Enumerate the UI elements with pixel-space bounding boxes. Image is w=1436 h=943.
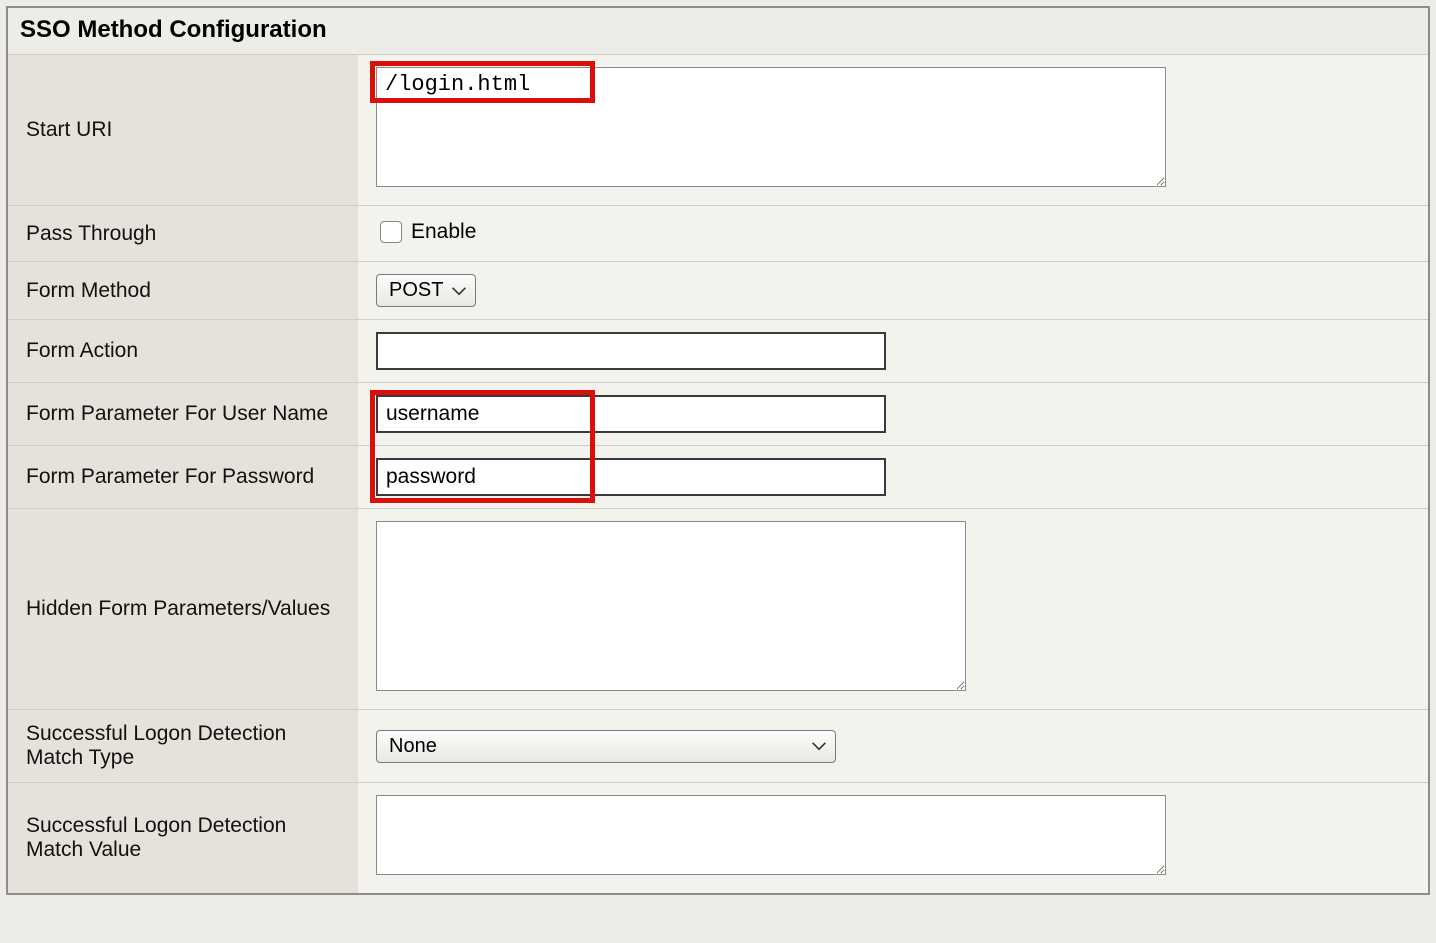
- start-uri-label: Start URI: [8, 55, 358, 206]
- form-action-input[interactable]: [376, 332, 886, 370]
- chevron-down-icon: [451, 285, 467, 297]
- pass-through-label: Pass Through: [8, 206, 358, 262]
- form-param-pass-input[interactable]: [376, 458, 886, 496]
- config-table: Start URI Pass Through Enable Form Metho…: [8, 54, 1428, 893]
- form-method-value: POST: [389, 279, 443, 302]
- sso-method-config-panel: SSO Method Configuration Start URI Pass …: [6, 6, 1430, 895]
- match-value-textarea[interactable]: [376, 795, 1166, 875]
- chevron-down-icon: [811, 740, 827, 752]
- form-method-label: Form Method: [8, 262, 358, 320]
- pass-through-checkbox[interactable]: [380, 221, 402, 243]
- form-param-user-label: Form Parameter For User Name: [8, 383, 358, 446]
- match-type-select[interactable]: None: [376, 730, 836, 763]
- pass-through-checkbox-label: Enable: [411, 220, 476, 244]
- form-method-select[interactable]: POST: [376, 274, 476, 307]
- start-uri-textarea[interactable]: [376, 67, 1166, 187]
- hidden-params-label: Hidden Form Parameters/Values: [8, 509, 358, 710]
- form-param-user-input[interactable]: [376, 395, 886, 433]
- form-param-pass-label: Form Parameter For Password: [8, 446, 358, 509]
- pass-through-checkbox-wrap[interactable]: Enable: [376, 218, 476, 246]
- match-type-label: Successful Logon Detection Match Type: [8, 710, 358, 783]
- form-action-label: Form Action: [8, 320, 358, 383]
- hidden-params-textarea[interactable]: [376, 521, 966, 691]
- match-value-label: Successful Logon Detection Match Value: [8, 783, 358, 894]
- panel-title: SSO Method Configuration: [8, 8, 1428, 54]
- match-type-value: None: [389, 735, 437, 758]
